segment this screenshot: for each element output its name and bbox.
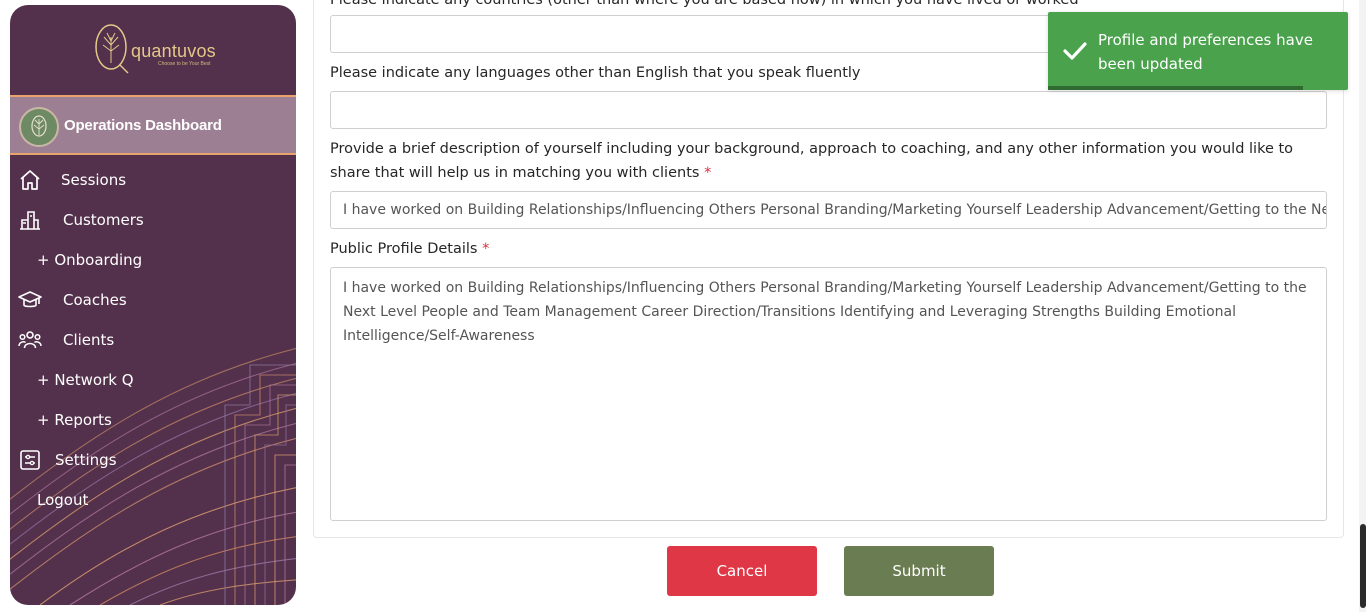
sidebar-item-settings[interactable]: Settings <box>10 446 296 474</box>
sidebar: quantuvos Choose to be Your Best Operati… <box>10 5 296 605</box>
sidebar-item-label: Logout <box>37 491 89 509</box>
sidebar-item-clients[interactable]: Clients <box>10 326 296 354</box>
cancel-button[interactable]: Cancel <box>667 546 817 596</box>
sidebar-item-label: + Network Q <box>37 371 134 389</box>
tree-logo-icon <box>95 24 129 74</box>
settings-panel-icon <box>20 450 40 470</box>
description-label: Provide a brief description of yourself … <box>330 137 1320 185</box>
success-toast[interactable]: Profile and preferences have been update… <box>1048 12 1348 90</box>
public-profile-textarea[interactable]: I have worked on Building Relationships/… <box>330 267 1327 521</box>
sidebar-item-logout[interactable]: Logout <box>10 486 296 514</box>
description-label-text: Provide a brief description of yourself … <box>330 141 1294 181</box>
sidebar-item-label: Clients <box>63 331 115 349</box>
brand-tagline: Choose to be Your Best <box>158 61 211 67</box>
graduation-cap-icon <box>18 291 42 308</box>
operations-dashboard-item[interactable]: Operations Dashboard <box>10 95 296 155</box>
sidebar-item-customers[interactable]: Customers <box>10 206 296 234</box>
languages-label: Please indicate any languages other than… <box>330 65 861 81</box>
sidebar-item-label: Coaches <box>63 291 127 309</box>
sidebar-item-label: + Onboarding <box>37 251 143 269</box>
sidebar-item-label: Sessions <box>61 171 127 189</box>
brand-name: quantuvos <box>131 41 216 61</box>
languages-field[interactable] <box>330 91 1327 129</box>
page-scrollbar-thumb[interactable] <box>1360 524 1366 608</box>
required-marker: * <box>482 241 490 257</box>
submit-button[interactable]: Submit <box>844 546 994 596</box>
public-profile-label: Public Profile Details * <box>330 237 489 261</box>
sidebar-item-sessions[interactable]: Sessions <box>10 166 296 194</box>
countries-label: Please indicate any countries (other tha… <box>330 0 1079 8</box>
users-icon <box>18 331 42 349</box>
sidebar-item-label: Settings <box>55 451 117 469</box>
sidebar-item-reports[interactable]: + Reports <box>10 406 296 434</box>
dashboard-avatar-icon <box>19 107 59 147</box>
sidebar-item-network-q[interactable]: + Network Q <box>10 366 296 394</box>
toast-progress-bar <box>1048 86 1303 90</box>
brand-logo[interactable]: quantuvos Choose to be Your Best <box>10 5 296 95</box>
required-marker: * <box>704 165 712 181</box>
sidebar-item-label: + Reports <box>37 411 112 429</box>
operations-dashboard-label: Operations Dashboard <box>64 117 222 134</box>
home-icon <box>20 170 40 190</box>
sidebar-item-onboarding[interactable]: + Onboarding <box>10 246 296 274</box>
check-icon <box>1063 42 1087 60</box>
public-profile-label-text: Public Profile Details <box>330 241 478 257</box>
page-scrollbar-track[interactable] <box>1359 0 1366 612</box>
sidebar-item-label: Customers <box>63 211 144 229</box>
app-root: quantuvos Choose to be Your Best Operati… <box>0 0 1366 612</box>
building-icon <box>20 211 40 230</box>
sidebar-item-coaches[interactable]: Coaches <box>10 286 296 314</box>
toast-message: Profile and preferences have been update… <box>1098 31 1313 73</box>
description-field[interactable]: I have worked on Building Relationships/… <box>330 191 1327 229</box>
